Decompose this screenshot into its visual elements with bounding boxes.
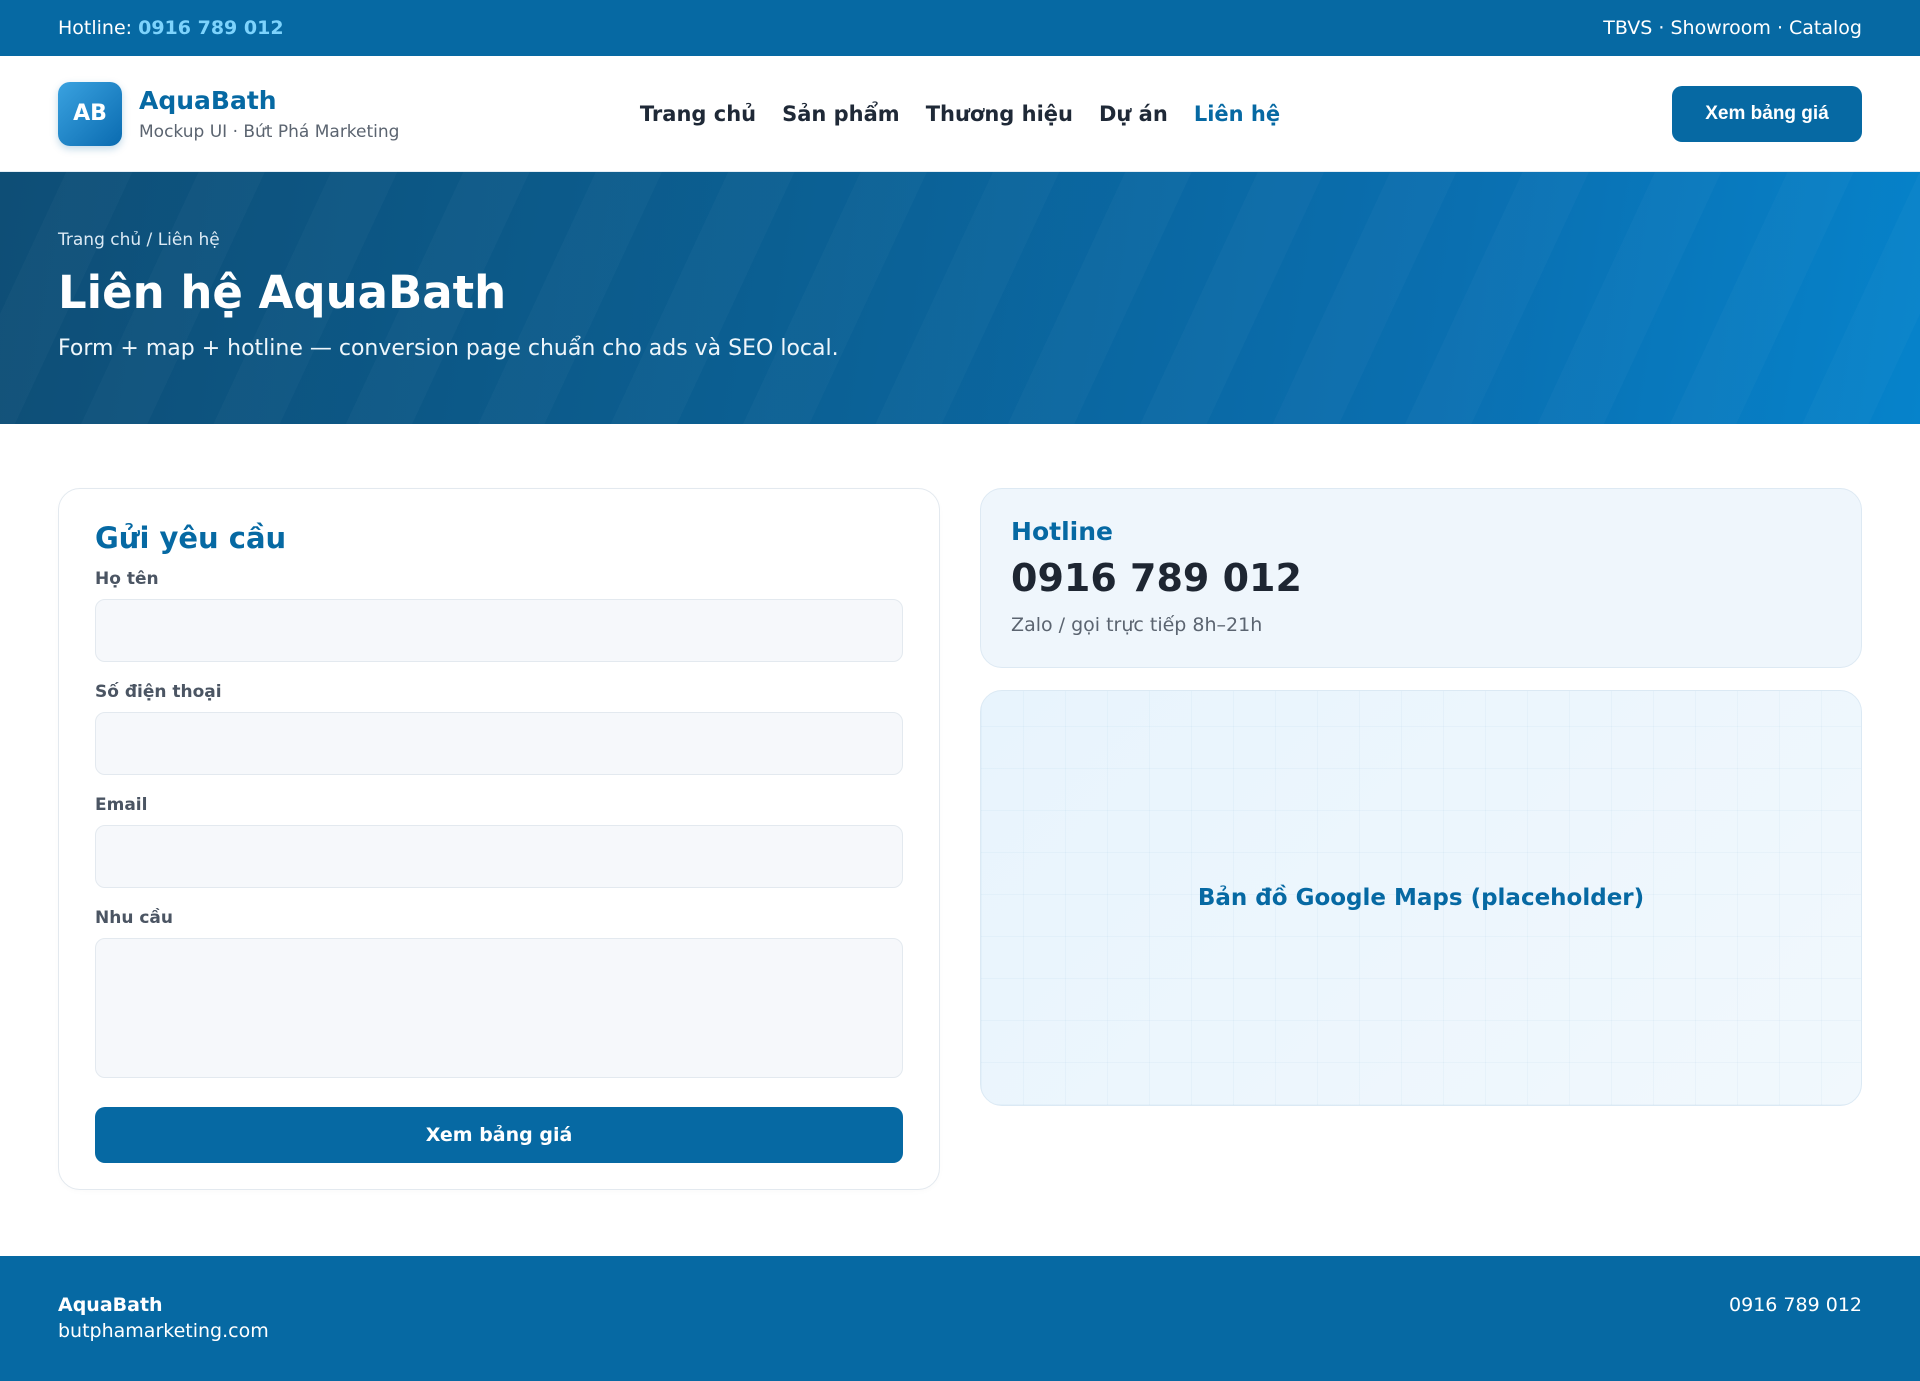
price-list-button[interactable]: Xem bảng giá [1672,85,1862,142]
contact-form-card: Gửi yêu cầu Họ tên Số điện thoại Email N… [58,488,941,1190]
topbar-links[interactable]: TBVS · Showroom · Catalog [1603,17,1862,39]
hotline-card-label: Hotline [1011,517,1113,546]
submit-button[interactable]: Xem bảng giá [95,1107,904,1163]
name-input[interactable] [95,599,904,662]
hotline-number-link[interactable]: 0916 789 012 [138,17,283,39]
top-bar: Hotline: 0916 789 012 TBVS · Showroom · … [0,0,1920,56]
topbar-hotline: Hotline: 0916 789 012 [58,17,284,39]
nav-item-projects[interactable]: Dự án [1099,102,1168,126]
nav-item-products[interactable]: Sản phẩm [782,102,900,126]
brand-name: AquaBath [139,85,277,115]
brand-text: AquaBath Mockup UI · Bứt Phá Marketing [139,86,399,142]
map-placeholder-label: Bản đồ Google Maps (placeholder) [1197,885,1645,911]
footer-brand: AquaBath [58,1294,163,1316]
nav-item-brands[interactable]: Thương hiệu [926,102,1073,126]
nav-item-contact[interactable]: Liên hệ [1194,102,1280,126]
hotline-card-note: Zalo / gọi trực tiếp 8h–21h [1011,614,1263,636]
phone-input[interactable] [95,712,904,775]
email-input[interactable] [95,825,904,888]
site-footer: AquaBath butphamarketing.com 0916 789 01… [0,1256,1920,1381]
name-label: Họ tên [95,569,159,589]
main-content: Gửi yêu cầu Họ tên Số điện thoại Email N… [0,424,1920,1190]
page-title: Liên hệ AquaBath [58,266,507,319]
site-header: AB AquaBath Mockup UI · Bứt Phá Marketin… [0,56,1920,172]
breadcrumb[interactable]: Trang chủ / Liên hệ [58,230,1862,250]
hotline-card-number[interactable]: 0916 789 012 [1011,556,1831,600]
brand[interactable]: AB AquaBath Mockup UI · Bứt Phá Marketin… [58,81,538,146]
footer-brand-block: AquaBath butphamarketing.com [58,1294,269,1342]
phone-label: Số điện thoại [95,682,222,702]
email-label: Email [95,795,148,815]
map-placeholder[interactable]: Bản đồ Google Maps (placeholder) [980,690,1862,1106]
main-nav: Trang chủ Sản phẩm Thương hiệu Dự án Liê… [640,102,1280,126]
footer-phone[interactable]: 0916 789 012 [1729,1294,1862,1316]
logo: AB [58,81,122,146]
nav-item-home[interactable]: Trang chủ [640,102,756,126]
hotline-label: Hotline: [58,17,133,39]
footer-site-link[interactable]: butphamarketing.com [58,1320,269,1342]
page-subtitle: Form + map + hotline — conversion page c… [58,336,839,361]
side-column: Hotline 0916 789 012 Zalo / gọi trực tiế… [980,488,1862,1190]
header-cta-wrap: Xem bảng giá [1382,85,1862,142]
hotline-card: Hotline 0916 789 012 Zalo / gọi trực tiế… [980,488,1862,668]
brand-subtitle: Mockup UI · Bứt Phá Marketing [139,121,400,142]
need-label: Nhu cầu [95,908,174,928]
form-title: Gửi yêu cầu [95,521,287,555]
need-textarea[interactable] [95,938,904,1078]
hero-banner: Trang chủ / Liên hệ Liên hệ AquaBath For… [0,172,1920,424]
